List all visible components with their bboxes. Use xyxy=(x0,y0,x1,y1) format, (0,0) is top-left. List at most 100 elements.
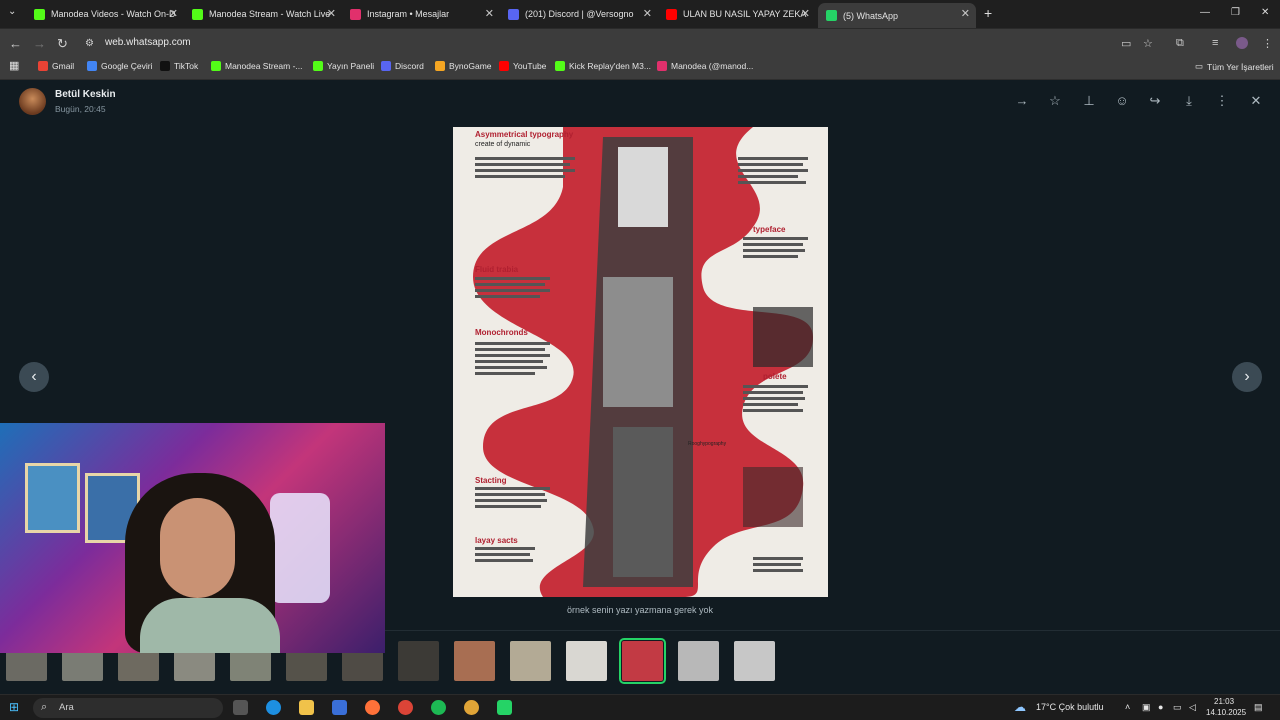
start-menu-icon[interactable]: ⊞ xyxy=(9,700,24,715)
bookmark-item[interactable]: Manodea (@manod... xyxy=(657,61,753,71)
chrome-active-icon[interactable] xyxy=(464,700,479,715)
whatsapp-taskbar-icon[interactable] xyxy=(497,700,512,715)
search-icon: ⌕ xyxy=(41,701,48,713)
browser-menu-icon[interactable]: ⋮ xyxy=(1262,37,1273,50)
url-text[interactable]: web.whatsapp.com xyxy=(105,37,191,48)
profile-avatar-icon[interactable] xyxy=(1236,37,1248,49)
poster-heading: Asymmetrical typography xyxy=(475,130,574,139)
bookmark-item[interactable]: TikTok xyxy=(160,61,198,71)
thumbnail-item[interactable] xyxy=(734,641,775,681)
thumbnail-item[interactable] xyxy=(678,641,719,681)
thumbnail-item[interactable] xyxy=(619,638,666,684)
browser-tab[interactable]: Instagram • Mesajlar ✕ xyxy=(342,3,500,25)
minimize-button[interactable]: — xyxy=(1200,7,1210,18)
bookmark-item[interactable]: YouTube xyxy=(499,61,546,71)
bookmark-label: Yayın Paneli xyxy=(327,61,375,71)
tab-favicon-icon xyxy=(666,8,677,20)
new-tab-button[interactable]: + xyxy=(984,5,992,21)
bookmark-favicon-icon xyxy=(499,61,509,71)
browser-tab[interactable]: Manodea Stream - Watch Live ✕ xyxy=(184,3,342,25)
store-icon[interactable] xyxy=(332,700,347,715)
poster-heading: Stacting xyxy=(475,476,507,485)
star-icon[interactable]: ☆ xyxy=(1047,93,1063,109)
apps-grid-icon[interactable]: ▦ xyxy=(9,59,19,72)
bookmark-favicon-icon xyxy=(38,61,48,71)
browser-tab[interactable]: (5) WhatsApp ✕ xyxy=(818,3,976,28)
media-icon[interactable]: ≡ xyxy=(1212,37,1218,49)
bookmark-label: Discord xyxy=(395,61,424,71)
bookmark-label: Kick Replay'den M3... xyxy=(569,61,651,71)
next-media-button[interactable]: › xyxy=(1232,362,1262,392)
taskbar-search[interactable]: ⌕ Ara xyxy=(33,698,223,718)
tab-close-icon[interactable]: ✕ xyxy=(485,7,494,20)
browser-tab[interactable]: (201) Discord | @Versogno ✕ xyxy=(500,3,658,25)
cast-icon[interactable]: ▭ xyxy=(1121,37,1131,50)
bookmark-label: Manodea (@manod... xyxy=(671,61,754,71)
thumbnail-item[interactable] xyxy=(454,641,495,681)
site-info-icon[interactable]: ⚙ xyxy=(85,38,94,49)
back-icon[interactable]: ← xyxy=(9,36,22,51)
window-close-button[interactable]: ✕ xyxy=(1261,7,1269,18)
poster-heading: polete xyxy=(763,372,787,381)
weather-text[interactable]: 17°C Çok bulutlu xyxy=(1036,702,1104,712)
media-image: Asymmetrical typography create of dynami… xyxy=(453,127,828,597)
extensions-icon[interactable]: ⧉ xyxy=(1176,37,1184,50)
tab-close-icon[interactable]: ✕ xyxy=(961,7,970,20)
bookmark-item[interactable]: Manodea Stream -... xyxy=(211,61,302,71)
tab-close-icon[interactable]: ✕ xyxy=(327,7,336,20)
previous-media-button[interactable]: ‹ xyxy=(19,362,49,392)
thumbnail-item[interactable] xyxy=(510,641,551,681)
tray-app-icon[interactable]: ▣ xyxy=(1142,702,1151,713)
share-icon[interactable]: ↪ xyxy=(1147,93,1163,109)
thumbnail-item[interactable] xyxy=(566,641,607,681)
more-icon[interactable]: ⋮ xyxy=(1214,93,1230,109)
edge-icon[interactable] xyxy=(266,700,281,715)
lamp-image xyxy=(270,493,330,603)
clock-time[interactable]: 21:03 xyxy=(1214,697,1234,706)
all-bookmarks-label: Tüm Yer İşaretleri xyxy=(1207,61,1274,72)
bookmark-item[interactable]: Kick Replay'den M3... xyxy=(555,61,651,71)
emoji-icon[interactable]: ☺ xyxy=(1114,93,1130,109)
tray-chevron-icon[interactable]: ˄ xyxy=(1125,702,1130,712)
close-icon[interactable]: ✕ xyxy=(1248,93,1264,109)
all-bookmarks-button[interactable]: ▭ Tüm Yer İşaretleri xyxy=(1195,61,1274,72)
download-icon[interactable]: ⤓ xyxy=(1181,93,1197,109)
volume-icon[interactable]: ◁ xyxy=(1189,702,1196,713)
firefox-icon[interactable] xyxy=(365,700,380,715)
thumbnail-item[interactable] xyxy=(398,641,439,681)
tab-close-icon[interactable]: ✕ xyxy=(643,7,652,20)
person-face xyxy=(160,498,235,598)
avatar[interactable] xyxy=(19,88,46,115)
chrome-icon[interactable] xyxy=(398,700,413,715)
tab-title: Manodea Videos - Watch On-D xyxy=(51,9,176,19)
bookmark-item[interactable]: Gmail xyxy=(38,61,74,71)
notifications-icon[interactable]: ▤ xyxy=(1254,702,1263,713)
bookmark-favicon-icon xyxy=(160,61,170,71)
restore-button[interactable]: ❐ xyxy=(1231,7,1240,18)
task-view-icon[interactable] xyxy=(233,700,248,715)
tab-title: ULAN BU NASIL YAPAY ZEKA - Y xyxy=(683,9,808,19)
tab-close-icon[interactable]: ✕ xyxy=(169,7,178,20)
file-explorer-icon[interactable] xyxy=(299,700,314,715)
tab-close-icon[interactable]: ✕ xyxy=(801,7,810,20)
spotify-icon[interactable] xyxy=(431,700,446,715)
microphone-icon[interactable]: ● xyxy=(1158,702,1163,712)
clock-date[interactable]: 14.10.2025 xyxy=(1206,708,1246,717)
bookmark-star-icon[interactable]: ☆ xyxy=(1143,37,1153,50)
bookmark-item[interactable]: Google Çeviri xyxy=(87,61,153,71)
reload-icon[interactable]: ↻ xyxy=(57,36,68,52)
browser-tab[interactable]: Manodea Videos - Watch On-D ✕ xyxy=(26,3,184,25)
tab-search-icon[interactable]: ⌄ xyxy=(8,6,16,17)
poster-heading: layay sacts xyxy=(475,536,518,545)
bookmark-item[interactable]: Yayın Paneli xyxy=(313,61,374,71)
network-icon[interactable]: ▭ xyxy=(1173,702,1182,713)
pin-icon[interactable]: ⊥ xyxy=(1081,93,1097,109)
forward-nav-icon[interactable]: → xyxy=(33,36,46,51)
bookmark-favicon-icon xyxy=(211,61,221,71)
poster-heading: Fluid trabia xyxy=(475,265,519,274)
forward-icon[interactable]: → xyxy=(1014,93,1030,109)
bookmark-item[interactable]: BynoGame xyxy=(435,61,492,71)
browser-tab[interactable]: ULAN BU NASIL YAPAY ZEKA - Y ✕ xyxy=(658,3,816,25)
bookmark-item[interactable]: Discord xyxy=(381,61,424,71)
bookmark-label: YouTube xyxy=(513,61,547,71)
